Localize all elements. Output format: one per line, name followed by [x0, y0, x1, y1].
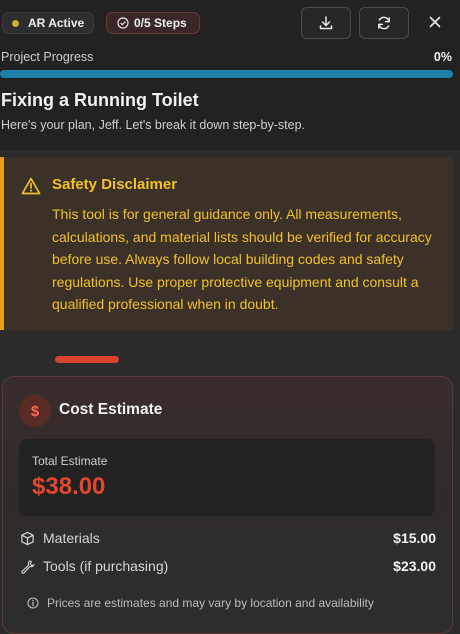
progress-bar	[0, 70, 453, 78]
dollar-icon: $	[19, 395, 51, 427]
check-circle-icon	[117, 17, 129, 29]
ar-status-badge: AR Active	[2, 12, 94, 34]
cost-item-value: $23.00	[393, 558, 436, 574]
progress-label: Project Progress	[1, 50, 94, 64]
steps-badge: 0/5 Steps	[106, 12, 200, 34]
safety-disclaimer: Safety Disclaimer This tool is for gener…	[0, 157, 453, 330]
page-title: Fixing a Running Toilet	[1, 90, 199, 110]
cost-title: Cost Estimate	[59, 401, 163, 418]
page-subtitle: Here's your plan, Jeff. Let's break it d…	[1, 118, 305, 132]
close-icon	[429, 16, 441, 28]
warning-icon	[21, 177, 41, 195]
cost-note-text: Prices are estimates and may vary by loc…	[47, 596, 374, 610]
box-icon	[19, 530, 35, 546]
progress-percent: 0%	[433, 50, 452, 64]
ar-status-label: AR Active	[28, 16, 85, 30]
cost-item-label: Tools (if purchasing)	[43, 558, 169, 574]
header: AR Active 0/5 Steps Project Progress 0% …	[0, 0, 460, 150]
total-estimate-box: Total Estimate $38.00	[19, 439, 435, 516]
disclaimer-body: This tool is for general guidance only. …	[52, 206, 432, 313]
download-icon	[319, 16, 333, 30]
refresh-icon	[378, 16, 390, 30]
refresh-button[interactable]	[359, 7, 409, 39]
cost-item-tools: Tools (if purchasing) $23.00	[19, 556, 436, 576]
cost-item-materials: Materials $15.00	[19, 528, 436, 548]
steps-label: 0/5 Steps	[134, 16, 187, 30]
wrench-icon	[19, 558, 35, 574]
cost-item-label: Materials	[43, 530, 100, 546]
cost-disclaimer-note: Prices are estimates and may vary by loc…	[27, 596, 374, 610]
info-icon	[27, 597, 39, 609]
cost-item-value: $15.00	[393, 530, 436, 546]
cost-estimate-card: $ Cost Estimate Total Estimate $38.00 Ma…	[2, 376, 453, 634]
close-button[interactable]	[422, 9, 448, 35]
disclaimer-title: Safety Disclaimer	[52, 176, 178, 193]
total-label: Total Estimate	[32, 454, 108, 468]
drag-handle[interactable]	[55, 356, 119, 363]
ar-status-dot	[12, 19, 19, 27]
total-value: $38.00	[32, 473, 106, 500]
download-button[interactable]	[301, 7, 351, 39]
